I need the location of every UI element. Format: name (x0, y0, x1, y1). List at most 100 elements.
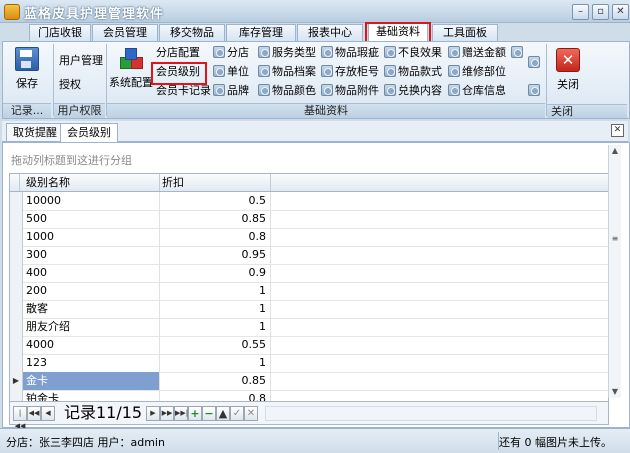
close-button[interactable]: ✕ 关闭 (551, 48, 585, 92)
item-accessory-button[interactable]: 物品附件 (321, 83, 379, 99)
group-label-record[interactable]: 记录... (3, 103, 51, 118)
tab-member-mgmt[interactable]: 会员管理 (92, 24, 158, 41)
cell-discount[interactable]: 0.8 (159, 228, 271, 246)
row-indicator[interactable] (10, 192, 23, 210)
item-archive-button[interactable]: 物品档案 (258, 64, 316, 80)
add-record-icon[interactable]: + (188, 406, 202, 421)
auth-button[interactable]: 授权 (59, 77, 81, 93)
cell-discount[interactable]: 1 (159, 354, 271, 372)
gift-amount-button[interactable]: 赠送金额 (448, 45, 506, 61)
prev-page-icon[interactable]: ◀◀ (27, 406, 41, 421)
cell-discount[interactable]: 0.5 (159, 192, 271, 210)
tab-handover-items[interactable]: 移交物品 (159, 24, 225, 41)
row-indicator[interactable] (10, 354, 23, 372)
cell-level-name[interactable]: 4000 (23, 336, 160, 354)
table-row[interactable]: 200 1 (10, 282, 608, 301)
tab-reports[interactable]: 报表中心 (297, 24, 363, 41)
row-indicator[interactable] (10, 228, 23, 246)
table-row[interactable]: 朋友介绍 1 (10, 318, 608, 337)
cell-discount[interactable]: 0.85 (159, 210, 271, 228)
next-record-icon[interactable]: ▶ (146, 406, 160, 421)
vertical-scrollbar[interactable]: ▲ ≡ ▼ (608, 145, 621, 398)
cancel-record-icon[interactable]: ✕ (244, 406, 258, 421)
tab-tools[interactable]: 工具面板 (432, 24, 498, 41)
table-row[interactable]: 散客 1 (10, 300, 608, 319)
doc-tab-pickup-reminder[interactable]: 取货提醒 (6, 123, 64, 141)
row-indicator[interactable]: ▶ (10, 372, 23, 390)
cell-discount[interactable]: 1 (159, 300, 271, 318)
column-header-discount[interactable]: 折扣 (159, 174, 271, 191)
column-header-level-name[interactable]: 级别名称 (23, 174, 160, 191)
storage-cabinet-button[interactable]: 存放柜号 (321, 64, 379, 80)
row-indicator[interactable] (10, 336, 23, 354)
bad-effect-button[interactable]: 不良效果 (384, 45, 442, 61)
cell-discount[interactable]: 1 (159, 282, 271, 300)
next-page-icon[interactable]: ▶▶ (160, 406, 174, 421)
scroll-grip-icon[interactable]: ≡ (609, 233, 621, 245)
close-window-button[interactable]: ✕ (612, 4, 629, 20)
repair-part-button[interactable]: 维修部位 (448, 64, 506, 80)
cell-level-name[interactable]: 400 (23, 264, 160, 282)
cell-level-name[interactable]: 200 (23, 282, 160, 300)
extra-config-button-2[interactable] (528, 55, 542, 71)
prev-record-icon[interactable]: ◀ (41, 406, 55, 421)
cell-level-name[interactable]: 10000 (23, 192, 160, 210)
table-row[interactable]: 10000 0.5 (10, 192, 608, 211)
doc-tab-member-level[interactable]: 会员级别 (60, 123, 118, 142)
cell-level-name[interactable]: 1000 (23, 228, 160, 246)
warehouse-info-button[interactable]: 仓库信息 (448, 83, 506, 99)
first-page-icon[interactable]: |◀◀ (13, 406, 27, 430)
minimize-button[interactable]: – (572, 4, 589, 20)
item-color-button[interactable]: 物品颜色 (258, 83, 316, 99)
delete-record-icon[interactable]: − (202, 406, 216, 421)
cell-discount[interactable]: 1 (159, 318, 271, 336)
table-row[interactable]: 500 0.85 (10, 210, 608, 229)
confirm-record-icon[interactable]: ✓ (230, 406, 244, 421)
table-row[interactable]: 4000 0.55 (10, 336, 608, 355)
table-row[interactable]: ▶ 金卡 0.85 (10, 372, 608, 391)
restore-button[interactable]: ▫ (592, 4, 609, 20)
table-row[interactable]: 400 0.9 (10, 264, 608, 283)
table-row[interactable]: 1000 0.8 (10, 228, 608, 247)
item-defect-button[interactable]: 物品瑕疵 (321, 45, 379, 61)
cell-discount[interactable]: 0.55 (159, 336, 271, 354)
group-by-panel[interactable]: 拖动列标题到这进行分组 (7, 147, 611, 175)
row-indicator[interactable] (10, 264, 23, 282)
row-indicator[interactable] (10, 300, 23, 318)
sys-config-button[interactable]: 系统配置 (109, 48, 153, 90)
row-indicator[interactable] (10, 246, 23, 264)
tab-store-cashier[interactable]: 门店收银 (29, 24, 91, 41)
cell-level-name[interactable]: 朋友介绍 (23, 318, 160, 336)
cell-level-name[interactable]: 123 (23, 354, 160, 372)
unit-button[interactable]: 单位 (213, 64, 249, 80)
branch-config-button[interactable]: 分店配置 (156, 45, 200, 61)
cell-level-name[interactable]: 金卡 (23, 372, 160, 390)
cell-level-name[interactable]: 500 (23, 210, 160, 228)
cell-discount[interactable]: 0.9 (159, 264, 271, 282)
row-indicator[interactable] (10, 318, 23, 336)
table-row[interactable]: 123 1 (10, 354, 608, 373)
exchange-content-button[interactable]: 兑换内容 (384, 83, 442, 99)
close-tab-icon[interactable]: ✕ (611, 124, 624, 137)
row-indicator[interactable] (10, 282, 23, 300)
extra-config-button-3[interactable] (528, 83, 542, 99)
row-indicator[interactable] (10, 210, 23, 228)
table-row[interactable]: 300 0.95 (10, 246, 608, 265)
branch-button[interactable]: 分店 (213, 45, 249, 61)
extra-config-button-1[interactable] (511, 45, 525, 61)
save-button[interactable]: 保存 (9, 44, 45, 91)
cell-level-name[interactable]: 散客 (23, 300, 160, 318)
brand-button[interactable]: 品牌 (213, 83, 249, 99)
scroll-up-icon[interactable]: ▲ (609, 145, 621, 157)
cell-discount[interactable]: 0.95 (159, 246, 271, 264)
scroll-down-icon[interactable]: ▼ (609, 386, 621, 398)
service-type-button[interactable]: 服务类型 (258, 45, 316, 61)
horizontal-scrollbar[interactable] (265, 406, 597, 421)
edit-record-icon[interactable]: ▲ (216, 406, 230, 421)
last-page-icon[interactable]: ▶▶| (174, 406, 188, 421)
item-style-button[interactable]: 物品款式 (384, 64, 442, 80)
user-mgmt-button[interactable]: 用户管理 (59, 53, 103, 69)
cell-level-name[interactable]: 300 (23, 246, 160, 264)
member-card-record-button[interactable]: 会员卡记录 (156, 83, 211, 99)
cell-discount[interactable]: 0.85 (159, 372, 271, 390)
